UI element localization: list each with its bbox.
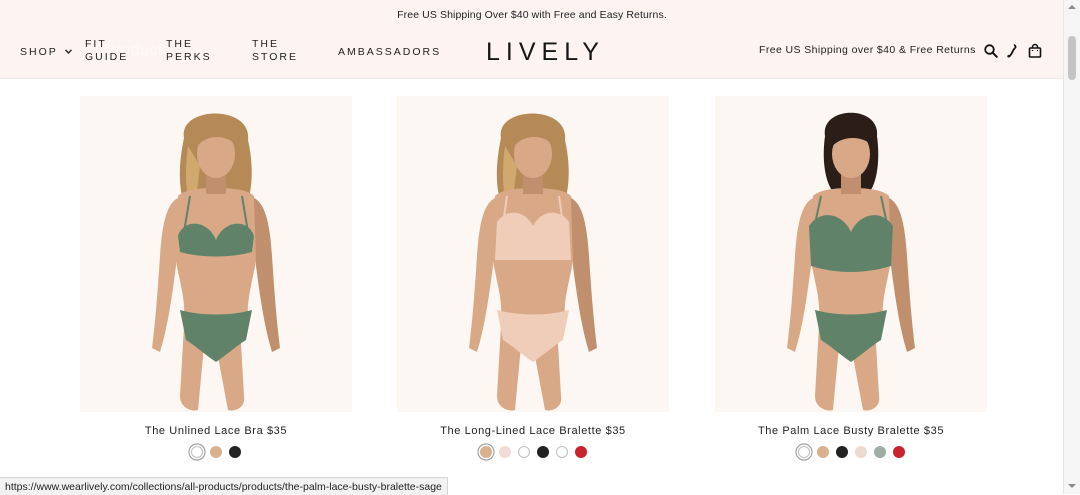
- nav-the-store[interactable]: THE STORE: [252, 38, 298, 64]
- color-swatch[interactable]: [479, 446, 492, 458]
- color-swatch[interactable]: [517, 446, 530, 458]
- model-figure: [787, 112, 915, 411]
- scroll-down-arrow-icon[interactable]: [1068, 484, 1076, 488]
- product-image[interactable]: [397, 96, 669, 412]
- shopping-bag-icon[interactable]: [1027, 43, 1043, 59]
- nav-ambassadors[interactable]: AMBASSADORS: [338, 46, 441, 59]
- model-figure: [152, 113, 280, 411]
- product-name[interactable]: The Palm Lace Busty Bralette $35: [715, 425, 987, 437]
- nav-the-perks[interactable]: THE PERKS: [166, 38, 212, 64]
- nav-fit-guide[interactable]: FIT GUIDE: [85, 38, 128, 64]
- phone-icon[interactable]: [1004, 43, 1020, 59]
- nav-store-line1: THE: [252, 38, 279, 50]
- product-card[interactable]: The Unlined Lace Bra $35: [80, 96, 352, 458]
- chevron-down-icon: [64, 49, 72, 54]
- color-swatch[interactable]: [816, 446, 829, 458]
- color-swatch[interactable]: [210, 446, 222, 458]
- color-swatch[interactable]: [229, 446, 241, 458]
- nav-fit-guide-line2: GUIDE: [85, 51, 129, 63]
- product-card[interactable]: The Long-Lined Lace Bralette $35: [397, 96, 669, 458]
- product-name[interactable]: The Long-Lined Lace Bralette $35: [397, 425, 669, 437]
- header-shipping-text: Free US Shipping over $40 & Free Returns: [759, 44, 976, 56]
- nav-perks-line1: THE: [166, 38, 193, 50]
- status-url: https://www.wearlively.com/collections/a…: [5, 480, 442, 493]
- product-name[interactable]: The Unlined Lace Bra $35: [80, 425, 352, 437]
- color-swatches: [715, 446, 987, 458]
- scroll-up-arrow-icon[interactable]: [1068, 5, 1076, 9]
- color-swatch[interactable]: [574, 446, 587, 458]
- scrollbar-thumb[interactable]: [1068, 36, 1076, 80]
- nav-shop[interactable]: SHOP: [20, 46, 72, 59]
- site-header: All Products SHOP FIT GUIDE THE PERKS TH…: [0, 30, 1064, 79]
- color-swatches: [80, 446, 352, 458]
- color-swatch[interactable]: [536, 446, 549, 458]
- product-card[interactable]: The Palm Lace Busty Bralette $35: [715, 96, 987, 458]
- product-image[interactable]: [715, 96, 987, 412]
- color-swatch[interactable]: [797, 446, 810, 458]
- color-swatch[interactable]: [498, 446, 511, 458]
- color-swatch[interactable]: [191, 446, 203, 458]
- color-swatch[interactable]: [835, 446, 848, 458]
- nav-store-line2: STORE: [252, 51, 298, 63]
- announcement-text: Free US Shipping Over $40 with Free and …: [397, 9, 667, 21]
- nav-ambassadors-label: AMBASSADORS: [338, 46, 442, 58]
- color-swatch[interactable]: [892, 446, 905, 458]
- nav-perks-line2: PERKS: [166, 51, 212, 63]
- product-image[interactable]: [80, 96, 352, 412]
- browser-status-bar: https://www.wearlively.com/collections/a…: [0, 477, 448, 495]
- color-swatch[interactable]: [854, 446, 867, 458]
- announcement-bar: Free US Shipping Over $40 with Free and …: [0, 0, 1064, 30]
- search-icon[interactable]: [983, 43, 999, 59]
- site-logo[interactable]: LIVELY: [486, 38, 605, 67]
- nav-fit-guide-line1: FIT: [85, 38, 107, 50]
- nav-shop-label: SHOP: [20, 46, 58, 58]
- color-swatches: [397, 446, 669, 458]
- color-swatch[interactable]: [873, 446, 886, 458]
- page-scrollbar[interactable]: [1063, 0, 1080, 494]
- color-swatch[interactable]: [555, 446, 568, 458]
- model-figure: [469, 113, 597, 411]
